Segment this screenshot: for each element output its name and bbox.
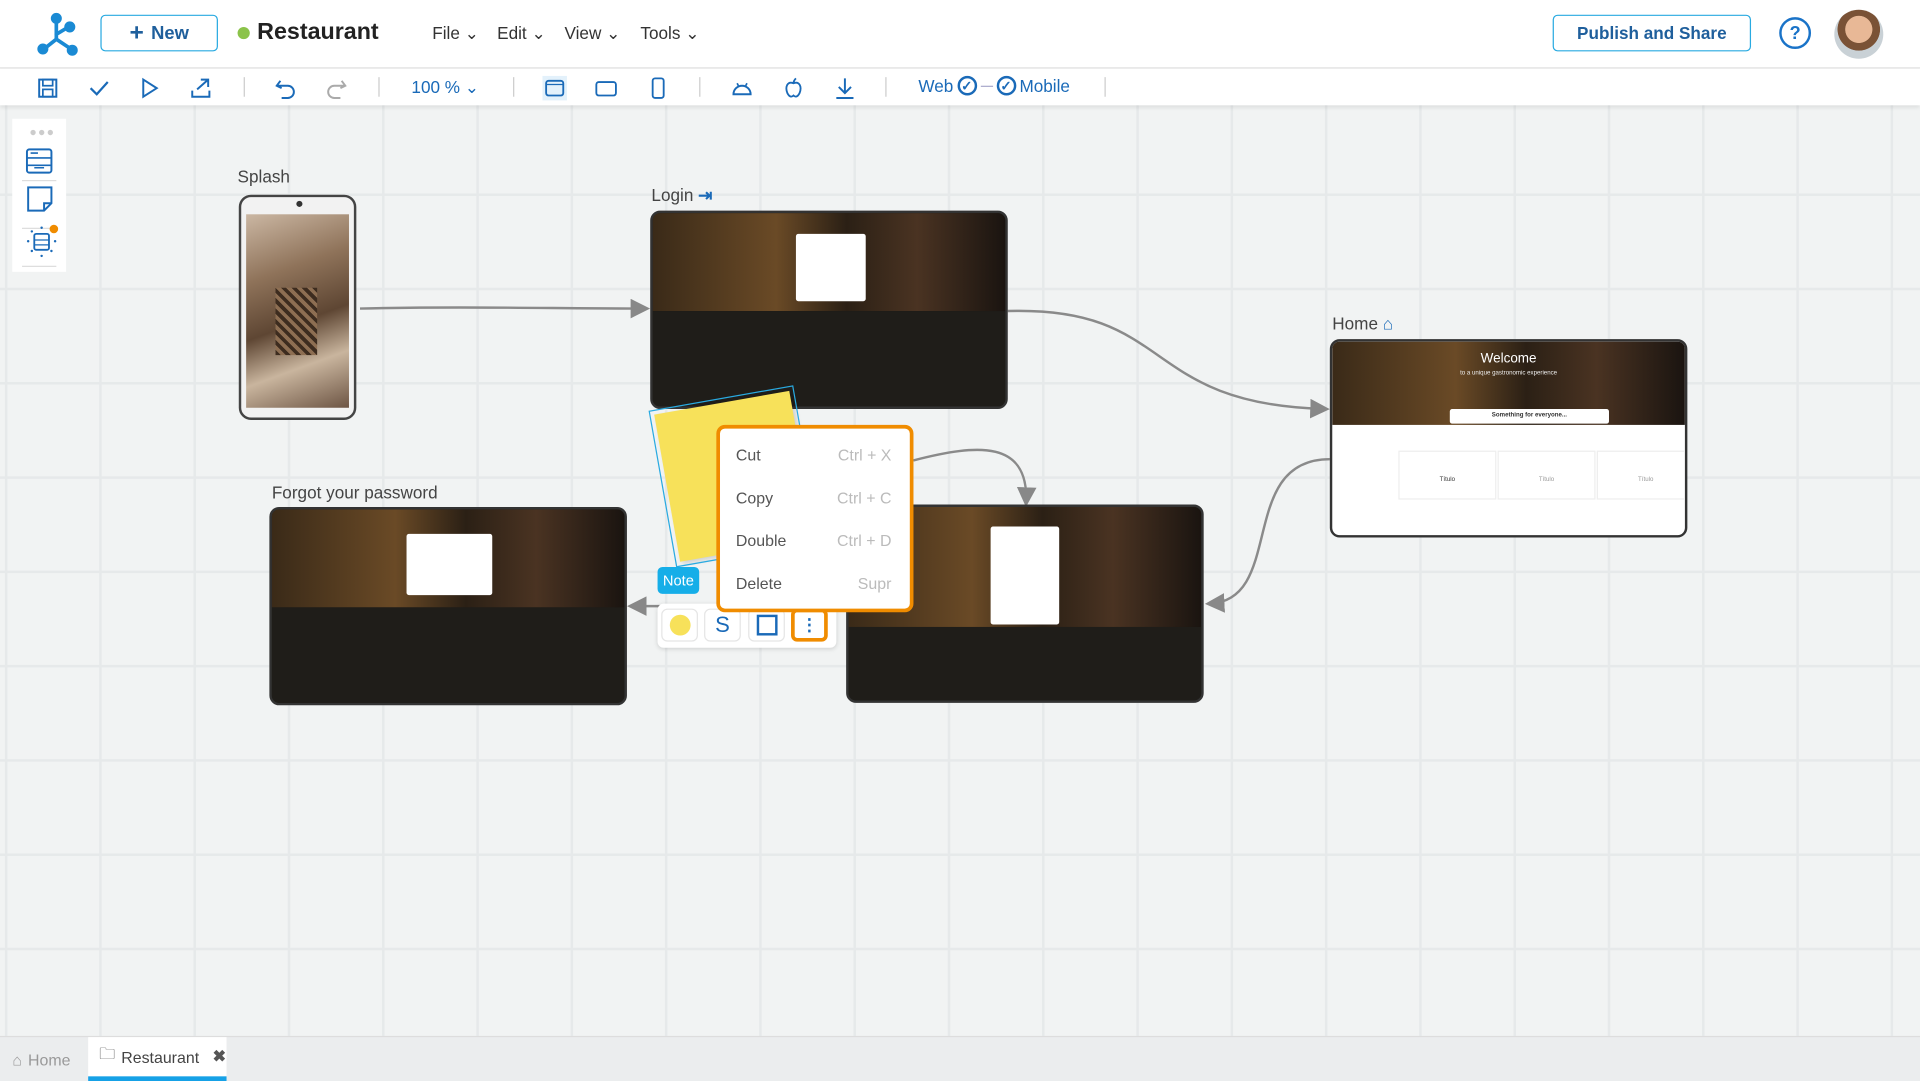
tab-home[interactable]: ⌂ Home [12,1037,70,1081]
screen-home[interactable]: Welcome to a unique gastronomic experien… [1329,339,1688,538]
tab-restaurant[interactable]: 🗀 Restaurant ✖ [88,1037,227,1081]
screen-login[interactable] [650,210,1008,409]
context-menu: Cut Ctrl + X Copy Ctrl + C Double Ctrl + D … [716,424,914,613]
register-form-preview [990,526,1060,625]
menu-item-copy[interactable]: Copy Ctrl + C [736,489,892,507]
splash-image [246,214,349,408]
more-options-button[interactable]: ⋮ [791,608,828,642]
screen-forgot-password[interactable] [269,506,627,706]
screen-label-login: Login ⇥ [651,184,713,205]
connector-splash-login [359,298,651,319]
menu-item-delete[interactable]: Delete Supr [736,574,892,592]
bottom-tab-bar: ⌂ Home 🗀 Restaurant ✖ [0,1035,1920,1081]
home-icon: ⌂ [12,1050,22,1069]
connector-home-register [1204,457,1330,613]
home-section-title: Something for everyone... [1449,408,1609,424]
home-card: Título [1398,450,1497,500]
color-picker-button[interactable] [661,608,698,642]
home-hero-subtitle: to a unique gastronomic experience [1460,369,1558,378]
screen-label-splash: Splash [237,166,290,187]
screen-splash[interactable] [238,194,357,421]
color-swatch-icon [669,614,691,636]
home-card: Título [1596,450,1685,500]
screen-label-forgot-password: Forgot your password [271,482,438,503]
text-style-button[interactable]: S [704,608,741,642]
login-form-preview [795,233,866,302]
connector-login-home [1007,309,1330,419]
kebab-icon: ⋮ [800,614,818,635]
recover-form-preview [406,533,493,596]
home-hero-title: Welcome [1480,351,1537,367]
home-card: Título [1497,450,1596,500]
border-button[interactable] [748,608,785,642]
folder-icon: 🗀 [99,1044,116,1063]
screen-label-home: Home ⌂ [1332,313,1394,334]
camera-dot [296,200,303,207]
menu-item-cut[interactable]: Cut Ctrl + X [736,446,892,464]
login-icon: ⇥ [698,184,713,205]
home-icon: ⌂ [1382,313,1394,334]
menu-item-double[interactable]: Double Ctrl + D [736,531,892,549]
note-badge: Note [657,566,700,594]
connector-login-register [913,448,1037,507]
square-icon [756,614,777,636]
close-tab-icon[interactable]: ✖ [213,1047,226,1067]
